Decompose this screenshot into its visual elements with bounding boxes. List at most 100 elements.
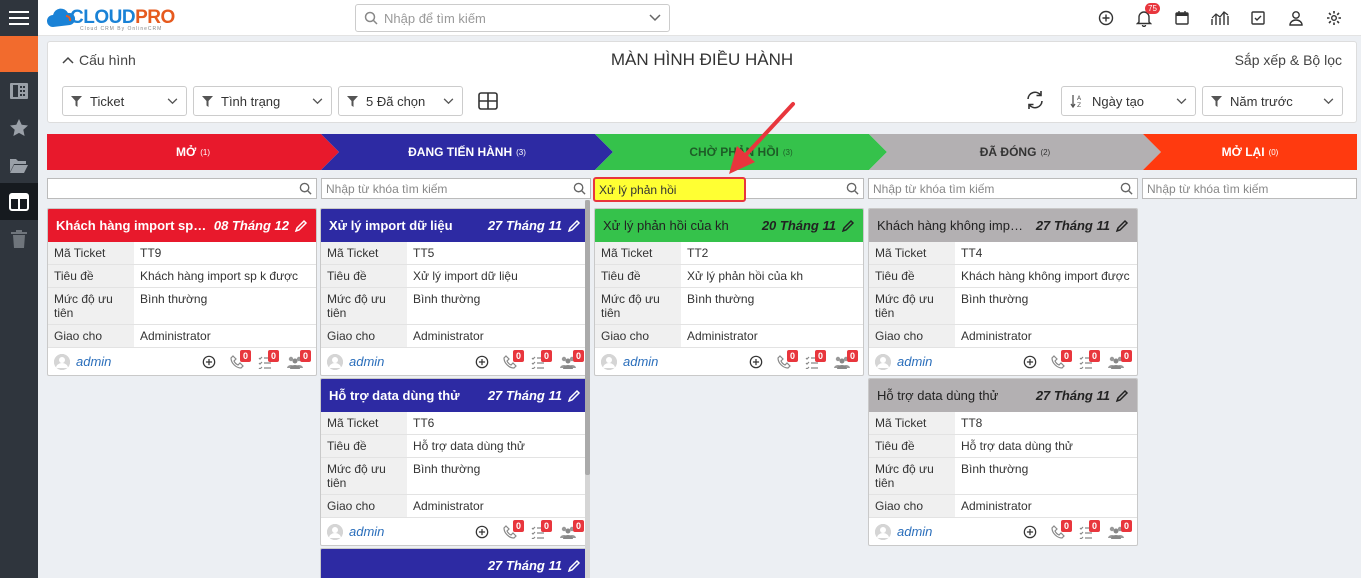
sort-filter-link[interactable]: Sắp xếp & Bộ lọc [1235, 52, 1342, 68]
owner-link[interactable]: admin [349, 354, 475, 369]
column-scrollbar[interactable] [585, 200, 590, 578]
column-search-open[interactable] [47, 178, 317, 199]
meetings-counter[interactable]: 0 [1107, 519, 1133, 539]
owner-link[interactable]: admin [76, 354, 202, 369]
sidebar-item-favorites[interactable] [0, 109, 38, 146]
field-value-subject: Khách hàng không import được [961, 269, 1130, 283]
module-filter-select[interactable]: Ticket [62, 86, 187, 116]
stage-open[interactable]: Mở (1) [47, 134, 339, 170]
stage-in-progress[interactable]: Đang tiến hành (3) [321, 134, 613, 170]
owner-link[interactable]: admin [623, 354, 749, 369]
stage-closed[interactable]: Đã đóng (2) [869, 134, 1161, 170]
meetings-counter[interactable]: 0 [559, 519, 585, 539]
notifications-button[interactable]: 75 [1125, 0, 1163, 36]
column-search-in-progress[interactable]: Nhập từ khóa tìm kiếm [321, 178, 591, 199]
avatar [875, 353, 891, 370]
field-value-code: TT6 [413, 416, 435, 430]
refresh-button[interactable] [1025, 90, 1045, 113]
tasks-counter[interactable]: 0 [1079, 519, 1101, 539]
owner-link[interactable]: admin [897, 354, 1023, 369]
reports-button[interactable] [1201, 0, 1239, 36]
meetings-counter[interactable]: 0 [286, 349, 312, 369]
ticket-card-header[interactable]: 27 Tháng 11 [321, 549, 589, 578]
column-search-waiting[interactable]: Xử lý phản hồi [593, 177, 864, 202]
selected-values-select[interactable]: 5 Đã chọn [338, 86, 463, 116]
ticket-card-header[interactable]: Xử lý import dữ liệu 27 Tháng 11 [321, 209, 589, 242]
field-value-code: TT8 [961, 416, 983, 430]
calls-counter[interactable]: 0 [503, 519, 525, 539]
global-search-input[interactable]: Nhập để tìm kiếm [355, 4, 670, 32]
ticket-card-date: 27 Tháng 11 [1035, 218, 1110, 233]
settings-button[interactable] [1315, 0, 1353, 36]
sidebar-item-phonebook[interactable] [0, 72, 38, 109]
owner-link[interactable]: admin [349, 524, 475, 539]
tasks-counter[interactable]: 0 [805, 349, 827, 369]
ticket-card[interactable]: Hỗ trợ data dùng thử 27 Tháng 11 Mã Tick… [320, 378, 590, 546]
edit-button[interactable] [294, 219, 308, 233]
tasks-counter[interactable]: 0 [1079, 349, 1101, 369]
field-value-priority: Bình thường [687, 292, 755, 306]
sort-by-select[interactable]: AZ Ngày tạo [1061, 86, 1196, 116]
ticket-card-header[interactable]: Hỗ trợ data dùng thử 27 Tháng 11 [321, 379, 589, 412]
stage-in-progress-label: Đang tiến hành [408, 145, 513, 159]
logo[interactable]: CLOUDPRO Cloud CRM By OnlineCRM [46, 5, 175, 32]
meetings-counter[interactable]: 0 [833, 349, 859, 369]
edit-button[interactable] [567, 389, 581, 403]
stage-reopened[interactable]: Mở lại (0) [1143, 134, 1357, 170]
add-activity-button[interactable] [1023, 525, 1037, 539]
edit-button[interactable] [841, 219, 855, 233]
status-filter-select[interactable]: Tình trạng [193, 86, 332, 116]
ticket-card-header[interactable]: Xử lý phản hồi của kh 20 Tháng 11 [595, 209, 863, 242]
ticket-card[interactable]: Khách hàng import sp k được 08 Tháng 12 … [47, 208, 317, 376]
add-activity-button[interactable] [1023, 355, 1037, 369]
sidebar-item-trash[interactable] [0, 220, 38, 257]
ticket-card-header[interactable]: Hỗ trợ data dùng thử 27 Tháng 11 [869, 379, 1137, 412]
ticket-card-header[interactable]: Khách hàng không import được 27 Tháng 11 [869, 209, 1137, 242]
edit-button[interactable] [567, 219, 581, 233]
ticket-card[interactable]: Hỗ trợ data dùng thử 27 Tháng 11 Mã Tick… [868, 378, 1138, 546]
calls-counter[interactable]: 0 [777, 349, 799, 369]
ticket-card[interactable]: Khách hàng không import được 27 Tháng 11… [868, 208, 1138, 376]
column-search-waiting-value-highlight[interactable]: Xử lý phản hồi [593, 177, 746, 202]
ticket-card-header[interactable]: Khách hàng import sp k được 08 Tháng 12 [48, 209, 316, 242]
add-activity-button[interactable] [202, 355, 216, 369]
field-label: Mã Ticket [321, 412, 407, 434]
meetings-counter[interactable]: 0 [1107, 349, 1133, 369]
field-row-assigned: Giao cho Administrator [869, 495, 1137, 518]
edit-button[interactable] [1115, 389, 1129, 403]
add-button[interactable] [1087, 0, 1125, 36]
ticket-card[interactable]: 27 Tháng 11 [320, 548, 590, 578]
layout-grid-button[interactable] [478, 92, 498, 113]
field-row-subject: Tiêu đề Khách hàng import sp k được [48, 265, 316, 288]
calendar-button[interactable] [1163, 0, 1201, 36]
edit-button[interactable] [567, 559, 581, 573]
ticket-card[interactable]: Xử lý phản hồi của kh 20 Tháng 11 Mã Tic… [594, 208, 864, 376]
calls-counter[interactable]: 0 [503, 349, 525, 369]
tasks-count: 0 [1089, 519, 1101, 532]
tasks-counter[interactable]: 0 [258, 349, 280, 369]
column-search-closed[interactable]: Nhập từ khóa tìm kiếm [868, 178, 1138, 199]
period-filter-select[interactable]: Năm trước [1202, 86, 1343, 116]
tasks-counter[interactable]: 0 [531, 519, 553, 539]
field-row-code: Mã Ticket TT6 [321, 412, 589, 435]
calls-counter[interactable]: 0 [1051, 349, 1073, 369]
ticket-card-date: 08 Tháng 12 [213, 218, 289, 233]
tasks-button[interactable] [1239, 0, 1277, 36]
menu-icon[interactable] [0, 0, 38, 36]
calls-counter[interactable]: 0 [230, 349, 252, 369]
sidebar-item-dashboard[interactable] [0, 183, 38, 220]
ticket-card[interactable]: Xử lý import dữ liệu 27 Tháng 11 Mã Tick… [320, 208, 590, 376]
add-activity-button[interactable] [749, 355, 763, 369]
meetings-counter[interactable]: 0 [559, 349, 585, 369]
owner-link[interactable]: admin [897, 524, 1023, 539]
column-search-reopened[interactable]: Nhập từ khóa tìm kiếm [1142, 178, 1357, 199]
edit-button[interactable] [1115, 219, 1129, 233]
add-activity-button[interactable] [475, 355, 489, 369]
add-activity-button[interactable] [475, 525, 489, 539]
sidebar-item-folders[interactable] [0, 146, 38, 183]
profile-button[interactable] [1277, 0, 1315, 36]
search-icon [846, 182, 859, 195]
calls-counter[interactable]: 0 [1051, 519, 1073, 539]
tasks-counter[interactable]: 0 [531, 349, 553, 369]
user-icon [1289, 11, 1303, 26]
